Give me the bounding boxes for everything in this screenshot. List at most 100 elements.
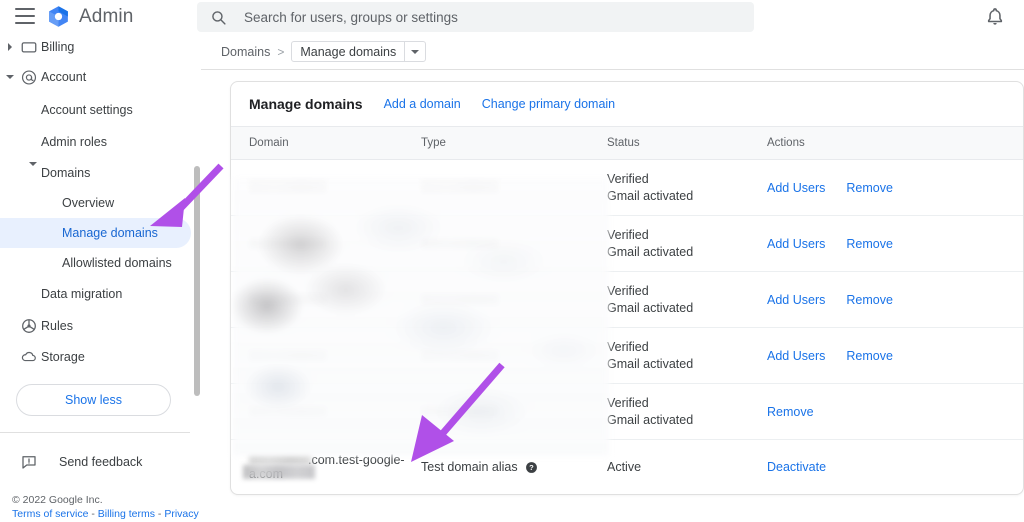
search-input[interactable]: Search for users, groups or settings (197, 2, 754, 32)
bell-icon[interactable] (984, 6, 1006, 28)
breadcrumb-current-chip[interactable]: Manage domains (291, 41, 427, 62)
cell-domain (231, 405, 421, 419)
status-line-1: Verified (607, 171, 649, 186)
page-title: Manage domains (249, 96, 363, 112)
column-header-type: Type (421, 137, 446, 149)
cell-domain: .com.test-google-a.com (231, 453, 421, 481)
sidebar-item-billing[interactable]: Billing (0, 34, 201, 60)
cell-status: Verified Gmail activated (607, 339, 767, 373)
status-line-1: Verified (607, 283, 649, 298)
add-a-domain-link[interactable]: Add a domain (384, 97, 461, 111)
footer-separator-1: - (88, 508, 98, 520)
terms-of-service-link[interactable]: Terms of service (12, 508, 88, 520)
chevron-down-icon[interactable] (404, 42, 425, 61)
add-users-link[interactable]: Add Users (767, 293, 825, 307)
redacted-type (421, 349, 499, 361)
billing-terms-link[interactable]: Billing terms (98, 508, 155, 520)
redacted-domain (249, 405, 327, 417)
cell-domain (231, 293, 421, 307)
sidebar-item-label: Account settings (41, 103, 133, 117)
status-line-2: Gmail activated (607, 188, 694, 203)
at-sign-icon (20, 68, 38, 86)
breadcrumb-current-label: Manage domains (300, 44, 397, 59)
sidebar-item-storage[interactable]: Storage (0, 341, 201, 372)
redacted-type (421, 181, 499, 193)
admin-console-window: Admin Search for users, groups or settin… (0, 0, 1024, 522)
footer-separator-2: - (154, 508, 165, 520)
sidebar-item-domains[interactable]: Domains (0, 158, 201, 188)
search-placeholder: Search for users, groups or settings (244, 9, 458, 25)
cell-actions: Add Users Remove (767, 181, 957, 195)
product-name: Admin (79, 5, 134, 27)
admin-logo[interactable]: Admin (46, 4, 133, 29)
remove-link[interactable]: Remove (846, 181, 893, 195)
google-admin-logo-icon (49, 6, 68, 27)
cell-type (421, 293, 607, 307)
sidebar-scrollbar[interactable] (194, 166, 200, 396)
sidebar-divider (0, 432, 190, 433)
add-users-link[interactable]: Add Users (767, 349, 825, 363)
sidebar-item-label: Manage domains (62, 226, 158, 240)
table-row: Verified Gmail activated Add Users Remov… (231, 328, 1023, 384)
sidebar-item-manage-domains[interactable]: Manage domains (0, 218, 191, 248)
cell-type (421, 237, 607, 251)
remove-link[interactable]: Remove (846, 349, 893, 363)
cell-type (421, 405, 607, 419)
cell-status: Active (607, 459, 767, 476)
cell-type: Test domain alias ? (421, 460, 607, 474)
status-line-2: Gmail activated (607, 300, 694, 315)
top-app-bar: Admin Search for users, groups or settin… (0, 0, 1024, 34)
hamburger-menu-icon[interactable] (15, 8, 35, 24)
send-feedback-button[interactable]: Send feedback (0, 447, 201, 477)
help-icon[interactable]: ? (525, 461, 538, 474)
chevron-down-icon[interactable] (29, 162, 37, 180)
sidebar-item-rules[interactable]: Rules (0, 310, 201, 341)
breadcrumb-parent-domains[interactable]: Domains (221, 45, 270, 59)
sidebar-item-label: Overview (62, 196, 115, 210)
sidebar-item-label: Data migration (41, 287, 123, 301)
cloud-icon (20, 348, 38, 366)
add-users-link[interactable]: Add Users (767, 181, 825, 195)
table-header-row: Domain Type Status Actions (231, 126, 1023, 160)
cell-actions: Add Users Remove (767, 293, 957, 307)
footer-links: Terms of service - Billing terms - Priva… (12, 507, 201, 522)
sidebar-navigation: Billing Account Account settings Admin r… (0, 34, 201, 522)
change-primary-domain-link[interactable]: Change primary domain (482, 97, 615, 111)
type-label: Test domain alias (421, 460, 518, 474)
cell-status: Verified Gmail activated (607, 283, 767, 317)
deactivate-link[interactable]: Deactivate (767, 460, 826, 474)
sidebar-item-label: Domains (41, 166, 91, 180)
cell-actions: Add Users Remove (767, 349, 957, 363)
table-row: Verified Gmail activated Remove (231, 384, 1023, 440)
status-line-2: Gmail activated (607, 356, 694, 371)
remove-link[interactable]: Remove (846, 293, 893, 307)
cell-actions: Remove (767, 405, 957, 419)
table-row: Verified Gmail activated Add Users Remov… (231, 216, 1023, 272)
chevron-down-icon[interactable] (5, 72, 15, 82)
card-header: Manage domains Add a domain Change prima… (231, 82, 1023, 126)
svg-text:?: ? (529, 463, 534, 472)
cell-actions: Deactivate (767, 460, 957, 474)
sidebar-item-overview[interactable]: Overview (0, 188, 201, 218)
table-row: Verified Gmail activated Add Users Remov… (231, 160, 1023, 216)
cell-domain (231, 237, 421, 251)
chevron-right-icon[interactable] (5, 42, 15, 52)
sidebar-item-admin-roles[interactable]: Admin roles (0, 126, 201, 158)
sidebar-item-allowlisted-domains[interactable]: Allowlisted domains (0, 248, 201, 278)
manage-domains-card: Manage domains Add a domain Change prima… (230, 81, 1024, 495)
billing-icon (20, 38, 38, 56)
copyright-text: © 2022 Google Inc. (12, 494, 103, 506)
search-icon (212, 10, 226, 25)
sidebar-item-account[interactable]: Account (0, 60, 201, 94)
breadcrumb: Domains > Manage domains (201, 34, 1024, 70)
breadcrumb-separator: > (277, 44, 285, 59)
remove-link[interactable]: Remove (767, 405, 814, 419)
sidebar-item-data-migration[interactable]: Data migration (0, 278, 201, 310)
redacted-type (421, 405, 499, 417)
redacted-type (421, 293, 499, 305)
show-less-button[interactable]: Show less (16, 384, 171, 416)
status-line-1: Verified (607, 395, 649, 410)
remove-link[interactable]: Remove (846, 237, 893, 251)
sidebar-item-account-settings[interactable]: Account settings (0, 94, 201, 126)
add-users-link[interactable]: Add Users (767, 237, 825, 251)
